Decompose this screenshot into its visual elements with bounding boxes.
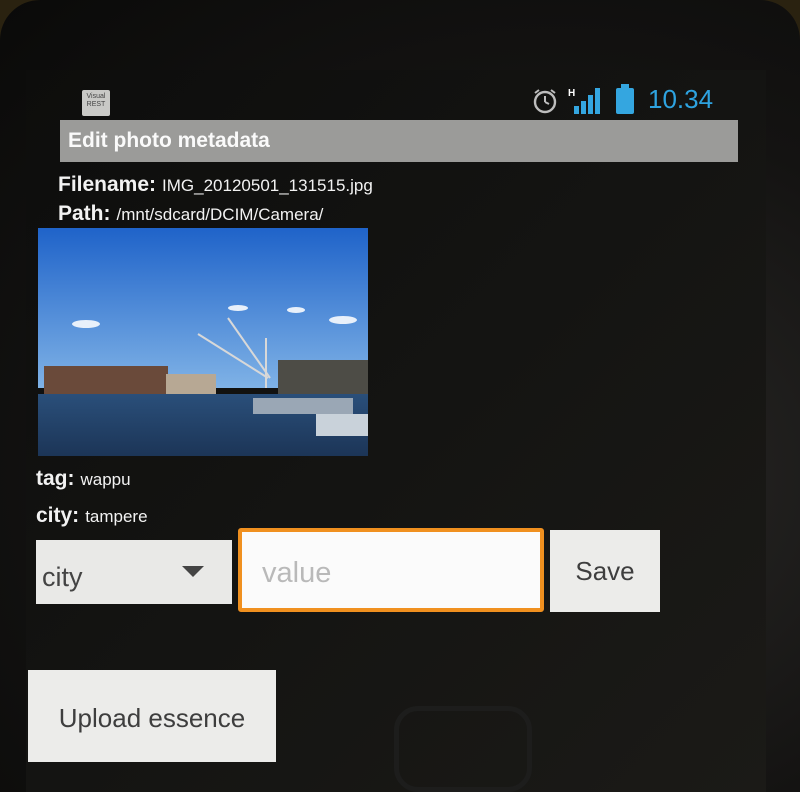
value-input[interactable]: value — [238, 528, 544, 612]
svg-text:H: H — [568, 88, 575, 99]
path-row: Path: /mnt/sdcard/DCIM/Camera/ — [58, 202, 323, 226]
metadata-value: wappu — [80, 470, 131, 489]
app-notification-icon: Visual REST — [82, 90, 110, 116]
filename-value: IMG_20120501_131515.jpg — [162, 176, 373, 195]
alarm-icon — [533, 89, 557, 114]
photo-preview — [38, 228, 368, 456]
value-input-placeholder: value — [262, 557, 332, 589]
status-bar: Visual REST H 10.34 — [56, 84, 746, 120]
metadata-tag-row: tag: wappu — [36, 467, 131, 491]
path-value: /mnt/sdcard/DCIM/Camera/ — [116, 205, 324, 224]
save-button[interactable]: Save — [550, 530, 660, 612]
metadata-key: city: — [36, 504, 80, 527]
metadata-value: tampere — [85, 507, 148, 526]
status-clock: 10.34 — [648, 84, 714, 114]
filename-row: Filename: IMG_20120501_131515.jpg — [58, 173, 373, 197]
metadata-key: tag: — [36, 467, 75, 490]
key-dropdown-value: city — [42, 562, 83, 592]
metadata-city-row: city: tampere — [36, 504, 148, 528]
battery-icon — [616, 84, 634, 114]
filename-label: Filename: — [58, 173, 157, 196]
path-label: Path: — [58, 202, 111, 225]
key-dropdown[interactable]: city — [36, 540, 232, 604]
upload-essence-button[interactable]: Upload essence — [28, 670, 276, 762]
signal-icon: H — [568, 88, 600, 114]
title-bar: Edit photo metadata — [60, 120, 738, 162]
page-title: Edit photo metadata — [68, 129, 270, 152]
home-button[interactable] — [394, 706, 532, 792]
dropdown-arrow-icon — [182, 566, 204, 577]
